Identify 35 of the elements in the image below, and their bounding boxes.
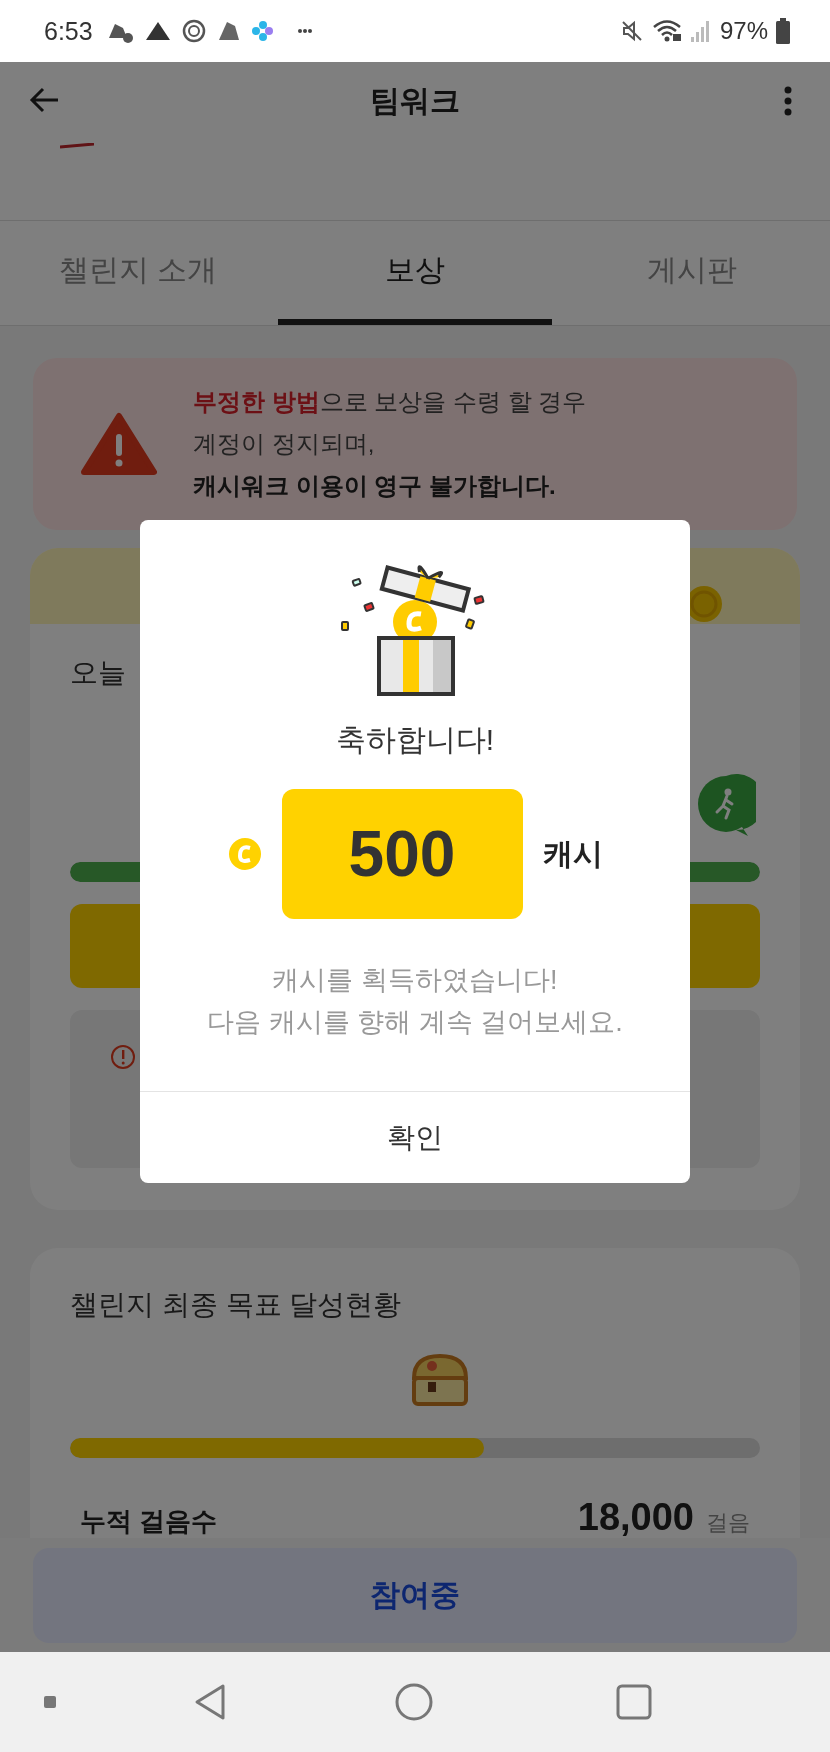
more-notifications-icon (296, 28, 313, 34)
app-icon (250, 20, 273, 42)
gem-icon (180, 18, 207, 44)
reward-unit: 캐시 (542, 835, 603, 872)
page-title: 팀워크 (370, 82, 460, 119)
tab[interactable]: 보상 (277, 221, 553, 325)
alert-icon (110, 1044, 136, 1070)
dialog-message: 캐시를 획득하였습니다! 다음 캐시를 향해 계속 걸어보세요. (207, 964, 623, 1039)
reward-amount: 500 (281, 789, 523, 919)
warning-text: 부정한 방법으로 보상을 수령 할 경우 계정이 정지되며, 캐시워크 이용이 영구 불가합니다. (193, 387, 587, 501)
battery-percent: 97% (719, 17, 768, 45)
status-time: 6:53 (44, 16, 93, 46)
runner-bubble-icon (696, 774, 756, 838)
battery-icon (776, 18, 790, 44)
coin-icon (227, 837, 262, 871)
signal-icon (689, 19, 712, 43)
dialog-title: 축하합니다! (335, 722, 495, 758)
recents-icon[interactable] (616, 1684, 652, 1720)
confirm-button[interactable]: 확인 (140, 1091, 690, 1183)
accent-line-icon (60, 143, 94, 149)
tab[interactable]: 챌린지 소개 (1, 221, 276, 325)
back-icon[interactable] (193, 1683, 227, 1721)
card-title: 오늘 (70, 656, 127, 690)
card-title: 챌린지 최종 목표 달성현황 (70, 1288, 403, 1322)
participating-button[interactable]: 참여중 (33, 1548, 797, 1643)
warning-icon (81, 412, 157, 476)
more-options-icon[interactable] (784, 86, 792, 116)
tab[interactable]: 게시판 (554, 221, 829, 325)
wifi-icon (651, 19, 682, 43)
steps-value: 18,000 (577, 1496, 694, 1539)
steps-label: 누적 걸음수 (80, 1505, 218, 1538)
back-arrow-icon[interactable] (28, 86, 60, 114)
home-icon[interactable] (395, 1683, 433, 1721)
steps-unit: 걸음 (706, 1509, 750, 1537)
mute-icon (619, 19, 644, 43)
